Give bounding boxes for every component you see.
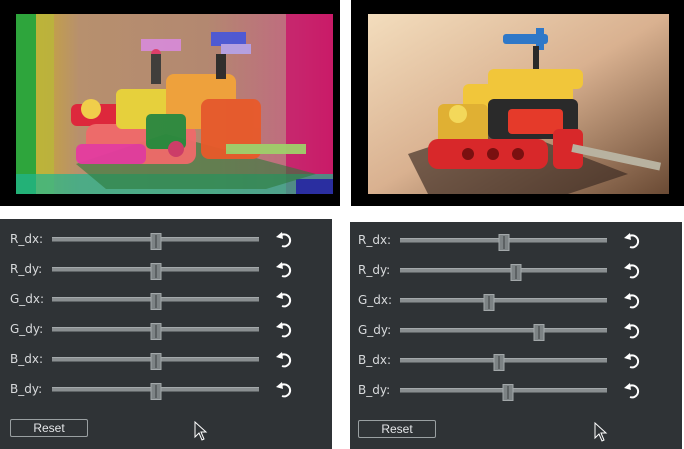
reset-value-icon[interactable] [621,229,643,251]
reset-value-icon[interactable] [621,379,643,401]
g-dy-slider-track[interactable] [400,324,607,341]
slider-row-b-dx: B_dx: [358,349,658,371]
r-dy-slider-handle[interactable] [510,264,522,281]
r-dx-slider-handle[interactable] [150,233,161,250]
slider-label: B_dx: [10,352,43,366]
reset-value-icon[interactable] [273,348,295,370]
g-dx-slider-handle[interactable] [483,294,495,311]
slider-label: R_dx: [358,233,392,247]
slider-row-r-dx: R_dx: [10,228,310,250]
slider-row-r-dy: R_dy: [358,259,658,281]
b-dy-slider-track[interactable] [52,383,259,400]
reset-value-icon[interactable] [273,288,295,310]
g-dy-slider-track[interactable] [52,323,259,340]
slider-row-b-dy: B_dy: [10,378,310,400]
slider-row-g-dy: G_dy: [358,319,658,341]
slider-row-r-dy: R_dy: [10,258,310,280]
slider-row-r-dx: R_dx: [358,229,658,251]
b-dy-slider-handle[interactable] [150,383,161,400]
slider-label: R_dy: [358,263,391,277]
r-dy-slider-track[interactable] [400,264,607,281]
reset-value-icon[interactable] [621,349,643,371]
g-dy-slider-handle[interactable] [533,324,545,341]
slider-row-g-dx: G_dx: [358,289,658,311]
r-dy-slider-track[interactable] [52,263,259,280]
reset-value-icon[interactable] [273,318,295,340]
right-corrected-photo [368,14,669,194]
left-shifted-photo [16,14,333,194]
g-dx-slider-track[interactable] [400,294,607,311]
reset-value-icon[interactable] [273,378,295,400]
reset-value-icon[interactable] [621,319,643,341]
slider-label: G_dy: [358,323,392,337]
r-dx-slider-handle[interactable] [498,234,509,251]
slider-row-b-dx: B_dx: [10,348,310,370]
reset-value-icon[interactable] [621,289,643,311]
b-dx-slider-track[interactable] [400,354,607,371]
g-dy-slider-handle[interactable] [150,323,161,340]
g-dx-slider-track[interactable] [52,293,259,310]
right-control-panel: R_dx: R_dy: G_dx: G_dy: B_dx: B_dy: Rese… [350,222,682,449]
reset-button[interactable]: Reset [358,420,436,438]
slider-row-g-dx: G_dx: [10,288,310,310]
slider-label: G_dx: [358,293,393,307]
g-dx-slider-handle[interactable] [150,293,161,310]
slider-label: R_dx: [10,232,44,246]
slider-label: G_dy: [10,322,44,336]
b-dy-slider-handle[interactable] [502,384,514,401]
left-image-frame [0,0,340,206]
r-dx-slider-track[interactable] [52,233,259,250]
b-dx-slider-handle[interactable] [493,354,505,371]
slider-label: G_dx: [10,292,45,306]
slider-label: B_dy: [358,383,391,397]
reset-button[interactable]: Reset [10,419,88,437]
b-dy-slider-track[interactable] [400,384,607,401]
reset-value-icon[interactable] [273,228,295,250]
b-dx-slider-track[interactable] [52,353,259,370]
slider-row-b-dy: B_dy: [358,379,658,401]
reset-value-icon[interactable] [621,259,643,281]
slider-row-g-dy: G_dy: [10,318,310,340]
right-image-frame [351,0,684,206]
mouse-cursor-icon [594,422,608,442]
reset-value-icon[interactable] [273,258,295,280]
slider-label: B_dx: [358,353,391,367]
slider-label: B_dy: [10,382,43,396]
r-dy-slider-handle[interactable] [150,263,161,280]
r-dx-slider-track[interactable] [400,234,607,251]
slider-label: R_dy: [10,262,43,276]
left-control-panel: R_dx: R_dy: G_dx: G_dy: B_dx: B_dy: Rese… [0,219,332,449]
b-dx-slider-handle[interactable] [150,353,161,370]
mouse-cursor-icon [194,421,208,441]
